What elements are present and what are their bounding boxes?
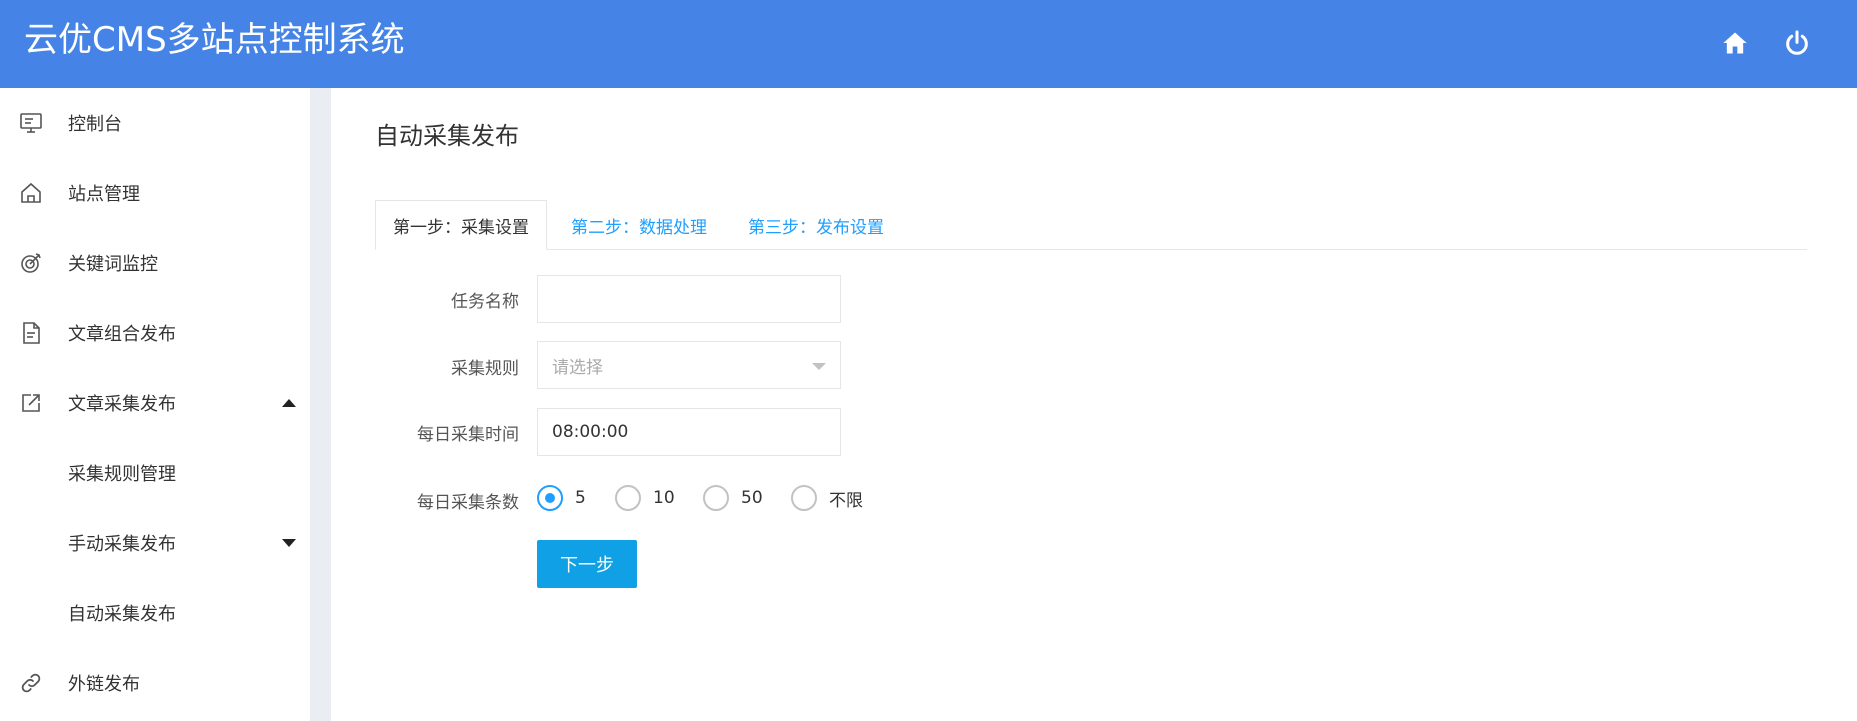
radio-count-50[interactable]: 50 — [703, 484, 763, 512]
sidebar-item-backlinks[interactable]: 外链发布 — [0, 648, 310, 718]
daily-count-label: 每日采集条数 — [417, 493, 519, 513]
tab-collect-settings[interactable]: 第一步：采集设置 — [375, 200, 547, 250]
link-icon — [18, 670, 44, 696]
radio-unchecked-icon — [703, 485, 729, 511]
sidebar-item-manual-collect[interactable]: 手动采集发布 — [0, 508, 310, 578]
sidebar-divider — [310, 88, 331, 721]
sidebar-item-label: 关键词监控 — [68, 254, 158, 275]
top-header: 云优CMS多站点控制系统 — [0, 0, 1857, 88]
sidebar-item-dashboard[interactable]: 控制台 — [0, 88, 310, 158]
sidebar-item-label: 外链发布 — [68, 674, 140, 695]
radio-count-unlimited[interactable]: 不限 — [791, 484, 863, 512]
rule-select-placeholder: 请选择 — [552, 357, 603, 378]
radio-label: 10 — [653, 488, 675, 508]
sidebar-item-label: 手动采集发布 — [68, 534, 176, 555]
radio-label: 不限 — [829, 490, 863, 511]
rule-select[interactable]: 请选择 — [537, 341, 841, 389]
sidebar-item-auto-collect[interactable]: 自动采集发布 — [0, 578, 310, 648]
next-step-button[interactable]: 下一步 — [537, 540, 637, 588]
external-link-icon — [18, 390, 44, 416]
sidebar-item-article-collect[interactable]: 文章采集发布 — [0, 368, 310, 438]
radio-label: 50 — [741, 488, 763, 508]
monitor-icon — [18, 110, 44, 136]
radio-count-10[interactable]: 10 — [615, 484, 675, 512]
rule-label: 采集规则 — [451, 359, 519, 379]
document-icon — [18, 320, 44, 346]
caret-down-icon — [282, 539, 296, 547]
tab-publish-settings[interactable]: 第三步：发布设置 — [748, 200, 884, 250]
home-outline-icon — [18, 180, 44, 206]
sidebar-item-keywords[interactable]: 关键词监控 — [0, 228, 310, 298]
sidebar-item-sites[interactable]: 站点管理 — [0, 158, 310, 228]
chevron-down-icon — [812, 363, 826, 370]
sidebar-item-label: 采集规则管理 — [68, 464, 176, 485]
task-name-label: 任务名称 — [451, 292, 519, 312]
radio-count-5[interactable]: 5 — [537, 484, 586, 512]
task-name-input[interactable] — [537, 275, 841, 323]
radio-checked-icon — [537, 485, 563, 511]
main-content — [331, 88, 1857, 721]
sidebar-item-rules[interactable]: 采集规则管理 — [0, 438, 310, 508]
app-title: 云优CMS多站点控制系统 — [24, 20, 405, 60]
radio-unchecked-icon — [791, 485, 817, 511]
sidebar-item-label: 文章采集发布 — [68, 394, 176, 415]
sidebar-item-label: 站点管理 — [68, 184, 140, 205]
tab-data-processing[interactable]: 第二步：数据处理 — [571, 200, 707, 250]
power-icon[interactable] — [1778, 24, 1816, 62]
daily-time-input[interactable]: 08:00:00 — [537, 408, 841, 456]
page-title: 自动采集发布 — [375, 122, 519, 150]
daily-time-label: 每日采集时间 — [417, 425, 519, 445]
sidebar-item-label: 控制台 — [68, 114, 122, 135]
sidebar-item-label: 自动采集发布 — [68, 604, 176, 625]
radio-label: 5 — [575, 488, 586, 508]
sidebar-item-article-combine[interactable]: 文章组合发布 — [0, 298, 310, 368]
caret-up-icon — [282, 399, 296, 407]
sidebar-item-label: 文章组合发布 — [68, 324, 176, 345]
home-icon[interactable] — [1716, 24, 1754, 62]
radio-unchecked-icon — [615, 485, 641, 511]
target-icon — [18, 250, 44, 276]
